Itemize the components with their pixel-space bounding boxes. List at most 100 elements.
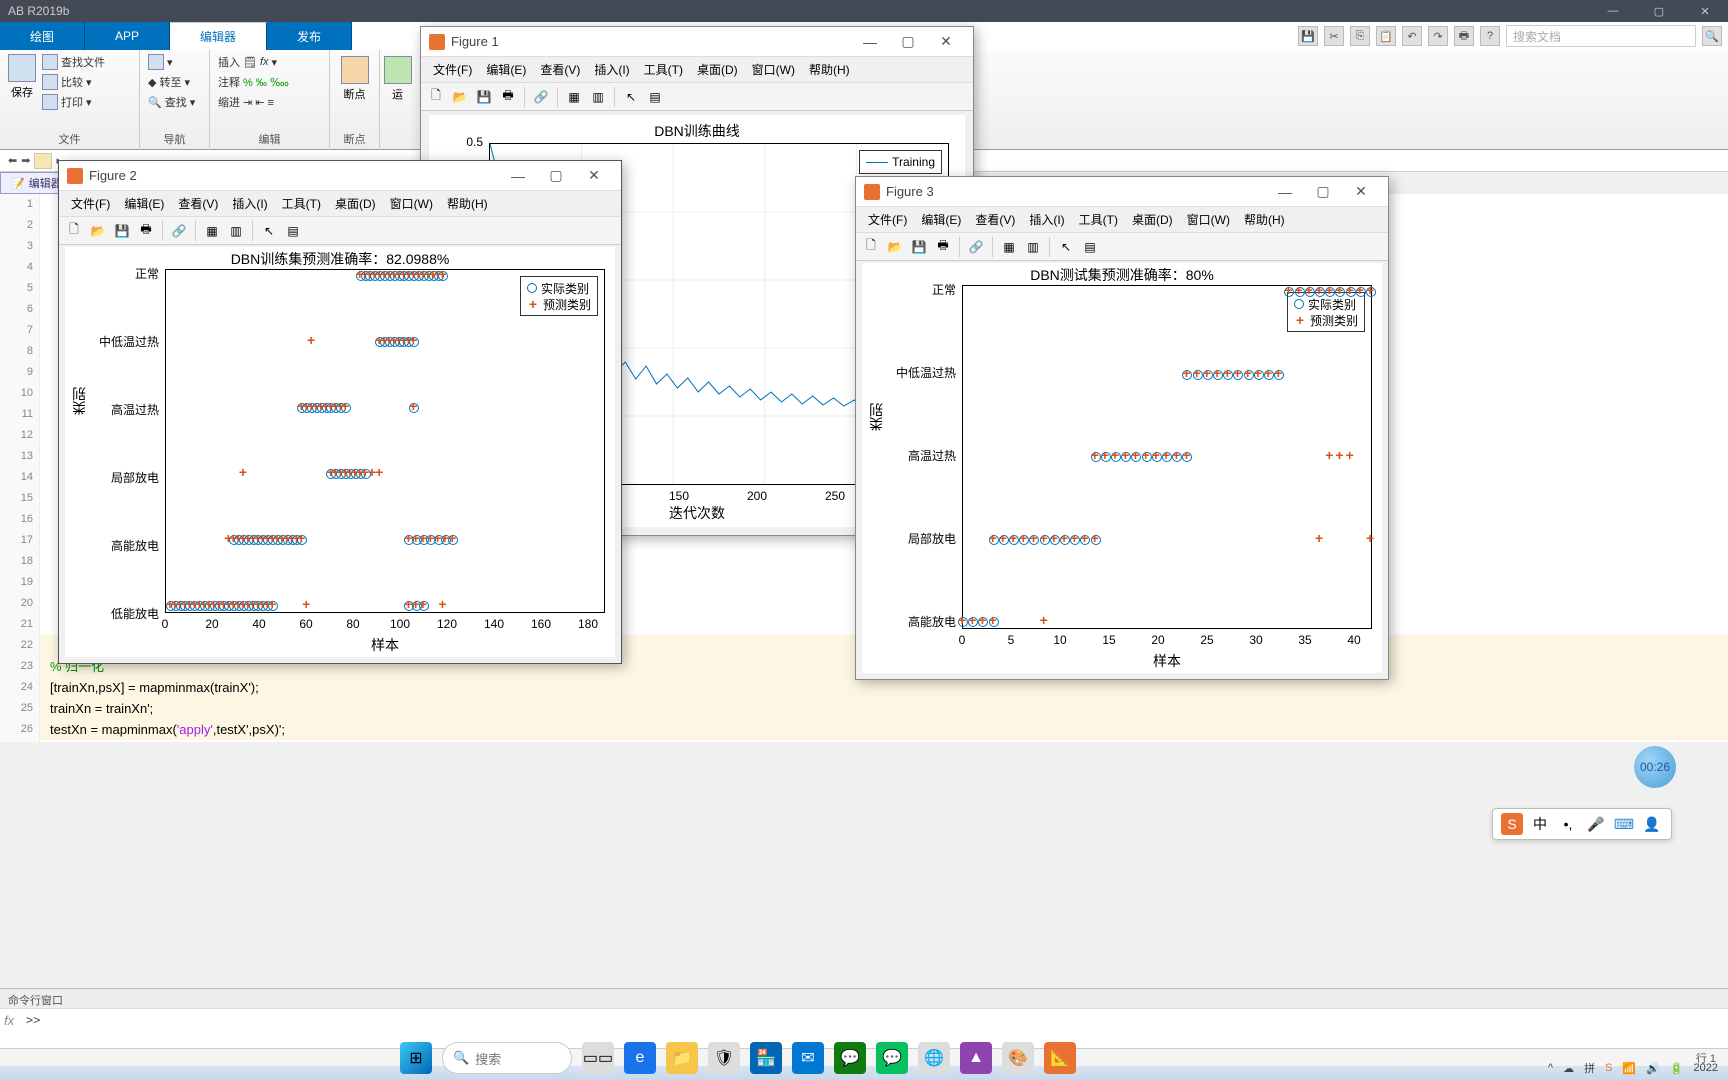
run-button-icon[interactable] [384,56,412,84]
edge-icon[interactable]: e [624,1042,656,1074]
ime-logo-icon[interactable]: S [1501,813,1523,835]
clock-text[interactable]: 2022 [1694,1062,1718,1074]
whatsapp-icon[interactable]: 💬 [834,1042,866,1074]
ime-tray-icon[interactable]: 拼 [1584,1060,1595,1076]
undo-icon[interactable]: ↶ [1402,26,1422,46]
figure-menu[interactable]: 文件(F)编辑(E) 查看(V)插入(I) 工具(T)桌面(D) 窗口(W)帮助… [59,191,621,217]
security-icon[interactable]: 🛡 [708,1042,740,1074]
minimize-icon[interactable]: — [1266,177,1304,207]
goto-button[interactable]: ◆ 转至 ▾ [148,74,195,90]
figure-menu[interactable]: 文件(F)编辑(E) 查看(V)插入(I) 工具(T)桌面(D) 窗口(W)帮助… [856,207,1388,233]
onedrive-icon[interactable]: ☁ [1563,1062,1574,1075]
copy-icon[interactable]: ⎘ [1350,26,1370,46]
link-icon[interactable]: 🔗 [530,86,552,108]
app-title: AB R2019b [8,4,69,18]
ime-punct-icon[interactable]: •, [1557,813,1579,835]
find-file-button[interactable]: 查找文件 [42,54,105,70]
new-icon[interactable]: 🗋 [425,86,447,108]
explorer-icon[interactable]: 📁 [666,1042,698,1074]
paint-icon[interactable]: 🎨 [1002,1042,1034,1074]
figure-title: Figure 2 [89,168,137,183]
find-button[interactable]: 🔍 查找 ▾ [148,94,195,110]
blank-button[interactable]: ▾ [148,54,195,70]
forward-icon[interactable]: ➡ [21,154,30,167]
volume-icon[interactable]: 🔊 [1646,1062,1660,1075]
command-prompt[interactable]: >> [0,1009,1728,1031]
store-icon[interactable]: 🏪 [750,1042,782,1074]
breakpoint-button[interactable]: 断点 [330,86,379,102]
save-button[interactable]: 保存 [8,84,36,100]
chevron-up-icon[interactable]: ^ [1548,1062,1553,1074]
maximize-icon[interactable]: ▢ [537,161,575,191]
help-icon[interactable]: ? [1480,26,1500,46]
figure-2-window[interactable]: Figure 2 — ▢ ✕ 文件(F)编辑(E) 查看(V)插入(I) 工具(… [58,160,622,664]
wechat-icon[interactable]: 💬 [876,1042,908,1074]
sogou-tray-icon[interactable]: S [1605,1062,1612,1074]
battery-icon[interactable]: 🔋 [1670,1062,1684,1075]
ime-mode[interactable]: 中 [1529,813,1551,835]
mail-icon[interactable]: ✉ [792,1042,824,1074]
wifi-icon[interactable]: 📶 [1622,1062,1636,1075]
print-button[interactable]: 打印 ▾ [42,94,105,110]
figure-toolbar[interactable]: 🗋📂💾🖶 🔗 ▦▥ ↖▤ [59,217,621,245]
start-icon[interactable]: ⊞ [400,1042,432,1074]
close-icon[interactable]: ✕ [927,27,965,57]
indent-button[interactable]: 缩进 ⇥ ⇤ ≡ [218,94,289,110]
cut-icon[interactable]: ✂ [1324,26,1344,46]
search-doc-input[interactable]: 搜索文档 [1506,25,1696,47]
close-icon[interactable]: ✕ [1342,177,1380,207]
figure-menu[interactable]: 文件(F)编辑(E) 查看(V)插入(I) 工具(T)桌面(D) 窗口(W)帮助… [421,57,973,83]
close-icon[interactable]: ✕ [1682,0,1728,22]
ime-mic-icon[interactable]: 🎤 [1585,813,1607,835]
save-button-icon[interactable] [8,54,36,82]
run-button[interactable]: 运 [380,86,415,102]
ime-keyboard-icon[interactable]: ⌨ [1613,813,1635,835]
open-icon[interactable]: 📂 [449,86,471,108]
dock-icon[interactable]: ▦ [563,86,585,108]
compare-button[interactable]: 比较 ▾ [42,74,105,90]
command-window[interactable]: 命令行窗口 fx >> [0,988,1728,1048]
back-icon[interactable]: ⬅ [8,154,17,167]
insert-button[interactable]: 插入 🗒 fx ▾ [218,54,289,70]
maximize-icon[interactable]: ▢ [1304,177,1342,207]
tab-editor[interactable]: 编辑器 [170,22,267,50]
taskbar-tray[interactable]: ^ ☁ 拼 S 📶 🔊 🔋 2022 [1548,1060,1718,1076]
fx-icon[interactable]: fx [4,1013,14,1028]
adobe-icon[interactable]: ▲ [960,1042,992,1074]
data-icon[interactable]: ▤ [644,86,666,108]
save-icon[interactable]: 💾 [473,86,495,108]
arrow-icon[interactable]: ↖ [620,86,642,108]
browser-icon[interactable]: 🌐 [918,1042,950,1074]
folder-icon[interactable] [34,153,52,169]
minimize-icon[interactable]: — [1590,0,1636,22]
search-icon[interactable]: 🔍 [1702,26,1722,46]
legend-box: 实际类别 +预测类别 [1287,292,1365,332]
figure-3-window[interactable]: Figure 3 — ▢ ✕ 文件(F)编辑(E) 查看(V)插入(I) 工具(… [855,176,1389,680]
tab-plot[interactable]: 绘图 [0,22,85,50]
command-window-title: 命令行窗口 [0,989,1728,1009]
maximize-icon[interactable]: ▢ [1636,0,1682,22]
figure-toolbar[interactable]: 🗋 📂 💾 🖶 🔗 ▦ ▥ ↖ ▤ [421,83,973,111]
paste-icon[interactable]: 📋 [1376,26,1396,46]
tab-publish[interactable]: 发布 [267,22,352,50]
figure-toolbar[interactable]: 🗋📂💾🖶 🔗 ▦▥ ↖▤ [856,233,1388,261]
breakpoint-button-icon[interactable] [341,56,369,84]
save-icon[interactable]: 💾 [1298,26,1318,46]
timer-bubble[interactable]: 00:26 [1634,746,1676,788]
comment-button[interactable]: 注释 % ‰ ‱ [218,74,289,90]
minimize-icon[interactable]: — [851,27,889,57]
task-view-icon[interactable]: ▭▭ [582,1042,614,1074]
maximize-icon[interactable]: ▢ [889,27,927,57]
tile-icon[interactable]: ▥ [587,86,609,108]
print-icon[interactable]: 🖶 [497,86,519,108]
taskbar-search[interactable]: 🔍 搜索 [442,1042,572,1074]
minimize-icon[interactable]: — [499,161,537,191]
tab-app[interactable]: APP [85,22,170,50]
x-axis-label: 样本 [165,635,605,655]
ime-user-icon[interactable]: 👤 [1641,813,1663,835]
print-icon[interactable]: 🖶 [1454,26,1474,46]
close-icon[interactable]: ✕ [575,161,613,191]
matlab-task-icon[interactable]: 📐 [1044,1042,1076,1074]
redo-icon[interactable]: ↷ [1428,26,1448,46]
ime-toolbar[interactable]: S 中 •, 🎤 ⌨ 👤 [1492,808,1672,840]
